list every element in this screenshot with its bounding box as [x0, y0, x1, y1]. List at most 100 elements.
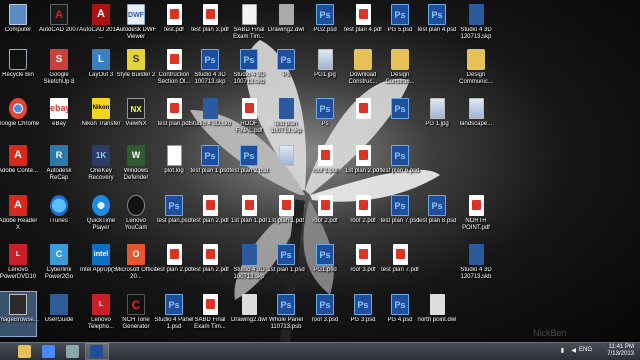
- clock[interactable]: 11:41 PM 7/13/2013: [607, 344, 634, 358]
- taskbar-button[interactable]: [85, 343, 109, 360]
- desktop-shortcut[interactable]: C Cyberlink Power2Go: [41, 242, 77, 286]
- desktop-shortcut[interactable]: test plan 100713.skp: [268, 96, 304, 140]
- desktop-shortcut[interactable]: UserGuide: [41, 292, 77, 336]
- desktop-shortcut[interactable]: C NCH Tone Generator: [118, 292, 154, 336]
- desktop-shortcut[interactable]: Ps test plan 7.psd: [380, 193, 420, 237]
- desktop-shortcut-label: Cyberlink Power2Go: [44, 267, 74, 280]
- desktop-shortcut[interactable]: [268, 143, 304, 187]
- desktop-shortcut[interactable]: Drawing2.dwl: [268, 2, 304, 46]
- desktop-shortcut[interactable]: L LayOut 3: [83, 47, 119, 91]
- desktop-shortcut[interactable]: ImageBrowse...: [0, 291, 39, 337]
- desktop-shortcut[interactable]: DWF Autodesk DWF Viewer: [116, 2, 156, 46]
- desktop-shortcut[interactable]: Ps PG1.psd: [307, 242, 343, 286]
- desktop-shortcut[interactable]: roof 1.pdf: [307, 143, 343, 187]
- desktop-shortcut[interactable]: Contruction Section Ol...: [156, 47, 192, 91]
- desktop-shortcut[interactable]: NX ViewNX: [118, 96, 154, 140]
- desktop-shortcut[interactable]: test plan 2.pdf: [191, 193, 229, 237]
- desktop-shortcut[interactable]: Ps: [382, 96, 418, 140]
- taskbar-button[interactable]: [38, 344, 60, 359]
- desktop-shortcut[interactable]: Ps Studio 4 Panel 1.psd: [154, 292, 194, 336]
- desktop-shortcut[interactable]: Ps 1st plan 1.psd: [267, 242, 305, 286]
- desktop-shortcut[interactable]: Download Construc...: [345, 47, 381, 91]
- image-file-icon: [469, 98, 484, 119]
- desktop-shortcut[interactable]: roof 2.pdf: [345, 193, 381, 237]
- desktop-shortcut[interactable]: Studio 4 3D 120713.skb: [458, 242, 494, 286]
- desktop-shortcut[interactable]: Ps Studio 4 3D 100713.skp: [192, 47, 228, 91]
- desktop-shortcut[interactable]: Studio 4 3D.skb: [189, 96, 231, 140]
- desktop-shortcut-label: NORTH POINT.pdf: [462, 218, 490, 231]
- desktop-shortcut[interactable]: landscape...: [458, 96, 494, 140]
- desktop-shortcut[interactable]: L Lenovo PowerDVD10: [0, 242, 36, 286]
- desktop-shortcut[interactable]: Ps PG 3.psd: [345, 292, 381, 336]
- desktop-shortcut[interactable]: Drawing2.dwl: [231, 292, 267, 336]
- language-indicator[interactable]: ENG: [579, 347, 592, 353]
- desktop-shortcut[interactable]: test plan 4.pdf: [344, 2, 382, 46]
- desktop-shortcut[interactable]: Google Chrome: [0, 96, 39, 140]
- desktop-shortcut[interactable]: SABD Final Exam Tim...: [231, 2, 267, 46]
- desktop-shortcut[interactable]: iTunes: [41, 193, 77, 237]
- desktop-shortcut[interactable]: Ps Studio 4 3D 100713.skb: [231, 47, 267, 91]
- desktop-shortcut[interactable]: Ps PG2.psd: [307, 2, 343, 46]
- desktop-shortcut[interactable]: test plan 2.pdf: [155, 242, 193, 286]
- desktop-shortcut[interactable]: Ps Ps: [307, 96, 343, 140]
- desktop-shortcut[interactable]: S Style Builder 2: [117, 47, 155, 91]
- desktop-shortcut[interactable]: Ps test plan 2.psd: [229, 143, 269, 187]
- desktop-shortcut[interactable]: Ps Whole Panel 110713.psb: [268, 292, 304, 336]
- desktop-shortcut[interactable]: Ps Ps: [268, 47, 304, 91]
- desktop-shortcut[interactable]: S Google SketchUp 8: [41, 47, 77, 91]
- desktop-shortcut[interactable]: plot.log: [156, 143, 192, 187]
- cyberlink-icon: C: [50, 244, 68, 265]
- desktop-shortcut[interactable]: Ps test plan 1.psd: [190, 143, 230, 187]
- desktop-shortcut[interactable]: Ps test plan.psd: [156, 193, 192, 237]
- desktop-shortcut[interactable]: roof 3.pdf: [345, 242, 381, 286]
- desktop-shortcut[interactable]: test plan 3.pdf: [191, 2, 229, 46]
- desktop-shortcut[interactable]: SABD Final Exam Tim...: [192, 292, 228, 336]
- office-icon: O: [127, 244, 145, 265]
- desktop-shortcut[interactable]: PG 1.jpg: [419, 96, 455, 140]
- desktop-shortcut[interactable]: A Adobe Reader X: [0, 193, 37, 237]
- desktop-shortcut[interactable]: Computer: [0, 2, 36, 46]
- desktop-shortcut[interactable]: test.pdf: [156, 2, 192, 46]
- desktop-shortcut[interactable]: Ps test plan 8.psd: [417, 193, 457, 237]
- desktop-shortcut[interactable]: test plan 7.pdf: [381, 242, 419, 286]
- desktop-shortcut[interactable]: north point.dwl: [417, 292, 457, 336]
- desktop-shortcut[interactable]: Studio 4 3D 100713.skp: [231, 242, 267, 286]
- desktop-shortcut[interactable]: Design Construc...: [382, 47, 418, 91]
- desktop-shortcut[interactable]: Recycle Bin: [0, 47, 36, 91]
- desktop-shortcut[interactable]: R Autodesk ReCap: [41, 143, 77, 187]
- desktop-shortcut[interactable]: A AutoCAD 2007: [39, 2, 79, 46]
- psb-file-icon: Ps: [277, 294, 295, 315]
- desktop-shortcut[interactable]: W Windows Defender: [118, 143, 154, 187]
- desktop-shortcut[interactable]: NORTH POINT.pdf: [458, 193, 494, 237]
- desktop-shortcut[interactable]: Ps test plan 6.psd: [380, 143, 420, 187]
- desktop-shortcut[interactable]: Ps PG 4.psd: [382, 292, 418, 336]
- desktop-shortcut[interactable]: Nikon Nikon Transfer: [81, 96, 121, 140]
- desktop-shortcut[interactable]: test plan 2.pdf: [191, 242, 229, 286]
- desktop-shortcut[interactable]: Ps PG 5.psd: [382, 2, 418, 46]
- desktop-shortcut[interactable]: 1st plan 2.pdf: [345, 143, 381, 187]
- desktop-shortcut[interactable]: ROOF FINAL.pdf: [231, 96, 267, 140]
- desktop-shortcut-label: landscape...: [459, 121, 493, 127]
- desktop-shortcut[interactable]: O Microsoft Office 20...: [115, 242, 157, 286]
- desktop-shortcut[interactable]: ebay eBay: [41, 96, 77, 140]
- desktop-shortcut[interactable]: Lenovo YouCam: [118, 193, 154, 237]
- taskbar-button[interactable]: [14, 344, 36, 359]
- desktop-shortcut[interactable]: A Adobe Conte...: [0, 143, 38, 187]
- desktop-shortcut[interactable]: test plan.pdf: [156, 96, 192, 140]
- viewnx-icon: NX: [127, 98, 145, 119]
- desktop-shortcut[interactable]: roof 2.pdf: [307, 193, 343, 237]
- desktop-shortcut[interactable]: Studio 4 3D 120713.skp: [458, 2, 494, 46]
- desktop-shortcut[interactable]: Ps roof 3.psd: [307, 292, 343, 336]
- onekey-icon: 1K: [92, 145, 110, 166]
- psd-file-icon: Ps: [277, 244, 295, 265]
- desktop-shortcut[interactable]: PG1.jpg: [307, 47, 343, 91]
- volume-icon[interactable]: ◀: [571, 347, 576, 354]
- taskbar-button[interactable]: [62, 344, 84, 359]
- desktop-shortcut[interactable]: 1st plan 1.pdf: [268, 193, 304, 237]
- network-icon[interactable]: ▮: [561, 347, 564, 354]
- desktop-shortcut-label: Studio 4 3D 120713.skb: [460, 267, 492, 280]
- desktop-shortcut[interactable]: 1st plan 1.pdf: [231, 193, 267, 237]
- desktop-shortcut[interactable]: [345, 96, 381, 140]
- desktop-shortcut[interactable]: Design Communic...: [458, 47, 494, 91]
- desktop-shortcut[interactable]: Ps test plan 4.psd: [417, 2, 457, 46]
